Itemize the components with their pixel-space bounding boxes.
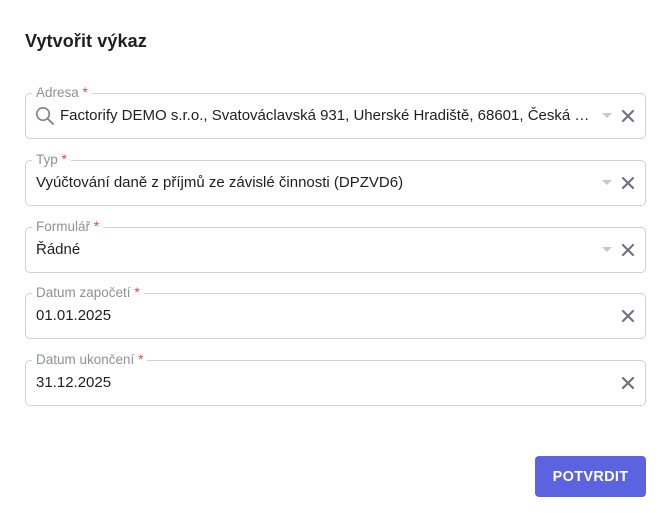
close-icon[interactable] [620, 108, 636, 124]
end-date-field[interactable]: Datum ukončení * 31.12.2025 [25, 352, 646, 406]
start-date-field[interactable]: Datum započetí * 01.01.2025 [25, 285, 646, 339]
dialog-title: Vytvořit výkaz [25, 31, 147, 51]
close-icon[interactable] [620, 242, 636, 258]
address-field[interactable]: Adresa * Factorify DEMO s.r.o., Svatovác… [25, 85, 646, 139]
close-icon[interactable] [620, 375, 636, 391]
address-value[interactable]: Factorify DEMO s.r.o., Svatováclavská 93… [60, 94, 593, 138]
type-field[interactable]: Typ * Vyúčtování daně z příjmů ze závisl… [25, 152, 646, 206]
type-value[interactable]: Vyúčtování daně z příjmů ze závislé činn… [36, 161, 593, 205]
chevron-down-icon[interactable] [602, 247, 612, 252]
create-report-dialog: Vytvořit výkaz Adresa * Factorify DEMO s… [0, 0, 671, 513]
chevron-down-icon[interactable] [602, 180, 612, 185]
search-icon [35, 106, 55, 126]
end-date-value[interactable]: 31.12.2025 [36, 361, 593, 405]
confirm-button[interactable]: POTVRDIT [535, 456, 646, 497]
close-icon[interactable] [620, 308, 636, 324]
close-icon[interactable] [620, 175, 636, 191]
form-value[interactable]: Řádné [36, 228, 593, 272]
chevron-down-icon[interactable] [602, 113, 612, 118]
form-field[interactable]: Formulář * Řádné [25, 219, 646, 273]
start-date-value[interactable]: 01.01.2025 [36, 294, 593, 338]
